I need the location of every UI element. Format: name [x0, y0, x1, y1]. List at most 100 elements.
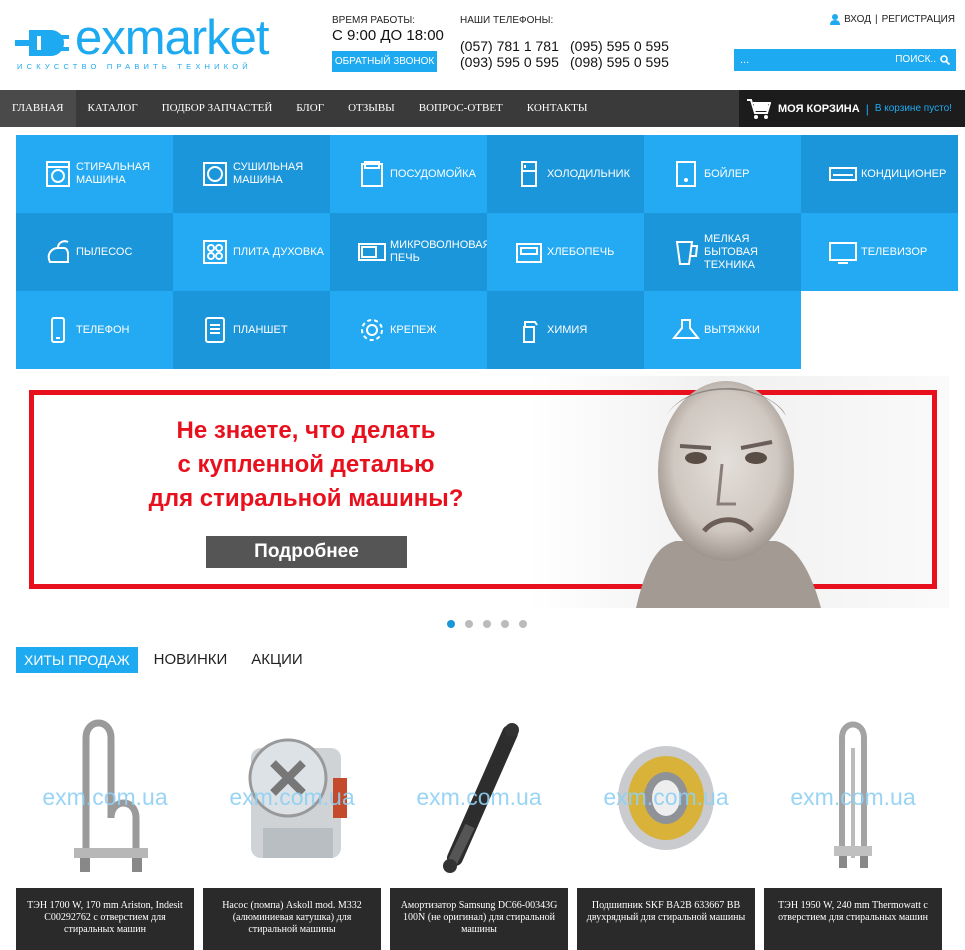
category-tile[interactable]: БОЙЛЕР	[644, 135, 801, 213]
category-tile[interactable]: ПЛИТА ДУХОВКА	[173, 213, 330, 291]
category-tile[interactable]: ПЫЛЕСОС	[16, 213, 173, 291]
product-tab[interactable]: АКЦИИ	[243, 647, 310, 673]
product-card[interactable]: exm.com.ua Насос (помпа) Askoll mod. M33…	[203, 708, 381, 950]
category-tile[interactable]: ХОЛОДИЛЬНИК	[487, 135, 644, 213]
category-label: ТЕЛЕВИЗОР	[861, 245, 928, 258]
category-tile[interactable]: КРЕПЕЖ	[330, 291, 487, 369]
main-nav: ГЛАВНАЯ КАТАЛОГ ПОДБОР ЗАПЧАСТЕЙ БЛОГ ОТЗЫВЫ…	[0, 90, 965, 127]
product-name[interactable]: Насос (помпа) Askoll mod. M332 (алюминие…	[203, 888, 381, 950]
phone-number[interactable]: (093) 595 0 595	[460, 54, 570, 70]
fridge-icon	[515, 160, 543, 188]
category-tile[interactable]: СУШИЛЬНАЯ МАШИНА	[173, 135, 330, 213]
confused-man-image	[636, 381, 821, 608]
spray-icon	[515, 316, 543, 344]
cart-separator: |	[865, 101, 869, 116]
category-tile[interactable]: ВЫТЯЖКИ	[644, 291, 801, 369]
nav-item[interactable]: КАТАЛОГ	[76, 90, 150, 127]
hood-icon	[672, 316, 700, 344]
category-tile[interactable]: КОНДИЦИОНЕР	[801, 135, 958, 213]
user-icon	[830, 14, 841, 25]
watermark: exm.com.ua	[416, 784, 542, 810]
category-label: КРЕПЕЖ	[390, 323, 437, 336]
product-name[interactable]: Подшипник SKF BA2B 633667 BB двухрядный …	[577, 888, 755, 950]
vacuum-icon	[44, 238, 72, 266]
boiler-icon	[672, 160, 700, 188]
product-card[interactable]: exm.com.ua ТЭН 1700 W, 170 mm Ariston, I…	[16, 708, 194, 950]
slider-dot[interactable]	[519, 620, 527, 628]
category-label: ПЛАНШЕТ	[233, 323, 288, 336]
category-label: БОЙЛЕР	[704, 167, 750, 180]
login-link[interactable]: ВХОД	[844, 14, 871, 25]
category-label: ХОЛОДИЛЬНИК	[547, 167, 630, 180]
search-button[interactable]: ПОИСК..	[895, 49, 950, 71]
tablet-icon	[201, 316, 229, 344]
nav-item[interactable]: КОНТАКТЫ	[515, 90, 600, 127]
category-tile[interactable]: СТИРАЛЬНАЯ МАШИНА	[16, 135, 173, 213]
product-name[interactable]: Амортизатор Samsung DC66-00343G 100N (не…	[390, 888, 568, 950]
product-tab[interactable]: НОВИНКИ	[146, 647, 236, 673]
nav-item[interactable]: ПОДБОР ЗАПЧАСТЕЙ	[150, 90, 285, 127]
banner-line: с купленной деталью	[177, 451, 435, 478]
product-list: exm.com.ua ТЭН 1700 W, 170 mm Ariston, I…	[16, 708, 949, 950]
nav-item[interactable]: БЛОГ	[284, 90, 336, 127]
product-tab[interactable]: ХИТЫ ПРОДАЖ	[16, 647, 138, 673]
category-tile[interactable]: ТЕЛЕФОН	[16, 291, 173, 369]
logo[interactable]: exmarket искусство править техникой	[15, 11, 300, 74]
category-label: ПЫЛЕСОС	[76, 245, 133, 258]
phone-icon	[44, 316, 72, 344]
phones: НАШИ ТЕЛЕФОНЫ: (057) 781 1 781 (095) 595…	[460, 15, 670, 70]
category-tile[interactable]: ПЛАНШЕТ	[173, 291, 330, 369]
product-card[interactable]: exm.com.ua Амортизатор Samsung DC66-0034…	[390, 708, 568, 950]
category-tile[interactable]: МЕЛКАЯ БЫТОВАЯ ТЕХНИКА	[644, 213, 801, 291]
stove-icon	[201, 238, 229, 266]
nav-item[interactable]: ОТЗЫВЫ	[336, 90, 407, 127]
gear-icon	[358, 316, 386, 344]
banner-line: для стиральной машины?	[148, 485, 464, 512]
cart[interactable]: МОЯ КОРЗИНА | В корзине пусто!	[739, 90, 965, 127]
hours-value: С 9:00 ДО 18:00	[332, 27, 444, 44]
cart-label: МОЯ КОРЗИНА	[778, 102, 860, 115]
small-appliances-icon	[672, 238, 700, 266]
category-label: ПОСУДОМОЙКА	[390, 167, 476, 180]
hours-title: ВРЕМЯ РАБОТЫ:	[332, 15, 415, 26]
category-tile[interactable]: ХИМИЯ	[487, 291, 644, 369]
product-card[interactable]: exm.com.ua ТЭН 1950 W, 240 mm Thermowatt…	[764, 708, 942, 950]
callback-button[interactable]: ОБРАТНЫЙ ЗВОНОК	[332, 51, 437, 72]
phone-number[interactable]: (057) 781 1 781	[460, 38, 570, 54]
search-input[interactable]	[734, 49, 884, 71]
promo-banner[interactable]: Не знаете, что делать с купленной деталь…	[16, 376, 949, 608]
logo-tagline: искусство править техникой	[17, 62, 252, 71]
category-label: ВЫТЯЖКИ	[704, 323, 760, 336]
category-grid: СТИРАЛЬНАЯ МАШИНА СУШИЛЬНАЯ МАШИНА ПОСУДОМ…	[16, 135, 958, 369]
slider-dot[interactable]	[483, 620, 491, 628]
product-name[interactable]: ТЭН 1700 W, 170 mm Ariston, Indesit C002…	[16, 888, 194, 950]
phone-number[interactable]: (095) 595 0 595	[570, 38, 670, 54]
banner-line: Не знаете, что делать	[176, 417, 436, 444]
category-label: МЕЛКАЯ БЫТОВАЯ ТЕХНИКА	[704, 232, 758, 271]
product-tabs: ХИТЫ ПРОДАЖ НОВИНКИ АКЦИИ	[16, 647, 319, 673]
category-label: ТЕЛЕФОН	[76, 323, 130, 336]
slider-dot[interactable]	[447, 620, 455, 628]
category-tile[interactable]: МИКРОВОЛНОВАЯ ПЕЧЬ	[330, 213, 487, 291]
category-tile[interactable]: ХЛЕБОПЕЧЬ	[487, 213, 644, 291]
phone-number[interactable]: (098) 595 0 595	[570, 54, 670, 70]
banner-more-button[interactable]: Подробнее	[206, 536, 407, 568]
slider-dot[interactable]	[465, 620, 473, 628]
air-conditioner-icon	[829, 160, 857, 188]
product-card[interactable]: exm.com.ua Подшипник SKF BA2B 633667 BB …	[577, 708, 755, 950]
category-tile[interactable]: ПОСУДОМОЙКА	[330, 135, 487, 213]
microwave-icon	[358, 238, 386, 266]
plug-icon	[15, 30, 69, 56]
tv-icon	[829, 238, 857, 266]
nav-item[interactable]: ВОПРОС-ОТВЕТ	[407, 90, 515, 127]
header: exmarket искусство править техникой ВРЕМ…	[0, 0, 965, 90]
product-name[interactable]: ТЭН 1950 W, 240 mm Thermowatt с отверсти…	[764, 888, 942, 950]
register-link[interactable]: РЕГИСТРАЦИЯ	[882, 14, 955, 25]
nav-item[interactable]: ГЛАВНАЯ	[0, 90, 76, 127]
banner-headline: Не знаете, что делать с купленной деталь…	[126, 414, 486, 516]
slider-dot[interactable]	[501, 620, 509, 628]
cart-status: В корзине пусто!	[874, 103, 952, 114]
category-tile[interactable]: ТЕЛЕВИЗОР	[801, 213, 958, 291]
work-hours: ВРЕМЯ РАБОТЫ: С 9:00 ДО 18:00 ОБРАТНЫЙ З…	[332, 15, 444, 72]
category-label: КОНДИЦИОНЕР	[861, 167, 947, 180]
